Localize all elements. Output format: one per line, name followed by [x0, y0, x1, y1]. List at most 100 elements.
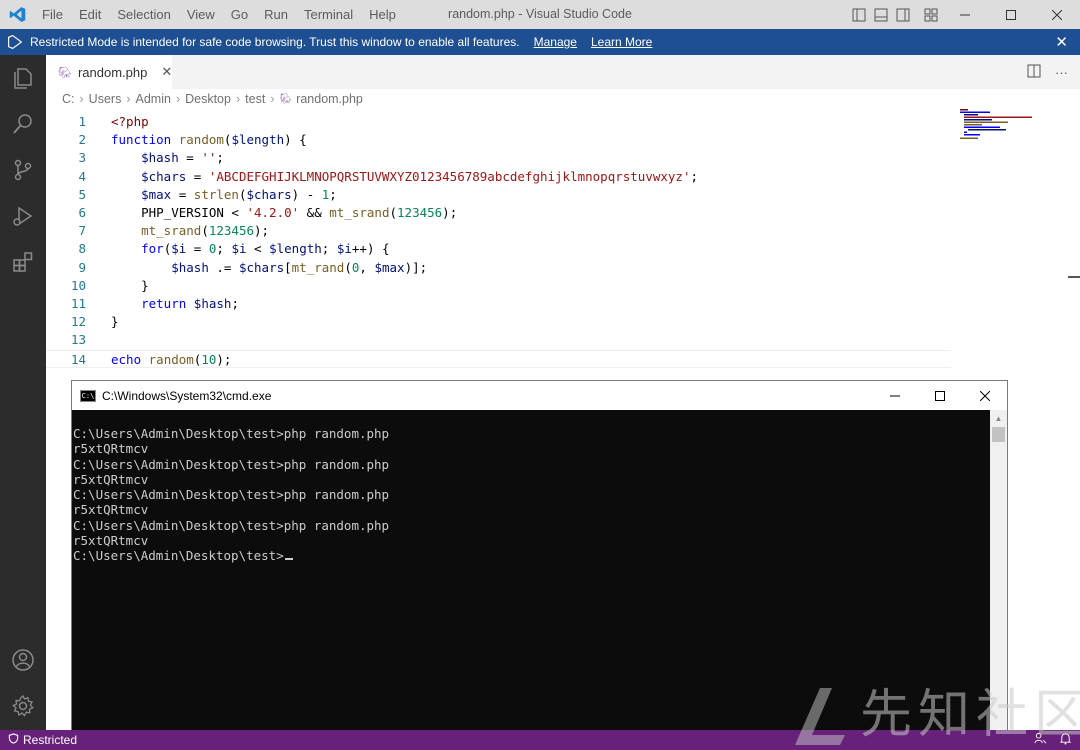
extensions-icon[interactable] [0, 239, 46, 285]
code-line[interactable]: 9 $hash .= $chars[mt_rand(0, $max)]; [46, 259, 951, 277]
source-control-icon[interactable] [0, 147, 46, 193]
toggle-sidebar-icon[interactable] [848, 0, 870, 29]
console-prompt: C:\Users\Admin\Desktop\test> [73, 548, 284, 564]
menu-view[interactable]: View [179, 0, 223, 29]
code-line[interactable]: 8 for($i = 0; $i < $length; $i++) { [46, 240, 951, 258]
split-editor-icon[interactable] [1027, 64, 1041, 81]
code-line[interactable]: 11 return $hash; [46, 295, 951, 313]
menu-selection[interactable]: Selection [109, 0, 178, 29]
code-text: } [111, 277, 149, 293]
code-text: return $hash; [141, 296, 239, 311]
cmd-window[interactable]: C:\ C:\Windows\System32\cmd.exe C:\Users… [71, 380, 1008, 750]
breadcrumb-item[interactable]: Admin [136, 92, 171, 106]
notifications-bell-icon[interactable] [1059, 732, 1072, 748]
php-file-icon: 🐘︎ [58, 66, 72, 79]
cmd-maximize-button[interactable] [917, 381, 962, 410]
toggle-panel-icon[interactable] [870, 0, 892, 29]
vscode-logo-icon [0, 0, 34, 29]
code-line[interactable]: 13 [46, 331, 951, 349]
cmd-title-bar[interactable]: C:\ C:\Windows\System32\cmd.exe [72, 381, 1007, 410]
console-prompt-line[interactable]: C:\Users\Admin\Desktop\test> [72, 548, 991, 563]
feedback-icon[interactable] [1034, 732, 1047, 748]
account-icon[interactable] [0, 637, 46, 683]
line-number: 13 [70, 332, 86, 348]
close-tab-icon[interactable]: ✕ [161, 64, 172, 80]
status-bar: Restricted [0, 730, 1080, 750]
console-line: C:\Users\Admin\Desktop\test>php random.p… [73, 456, 390, 472]
line-number: 7 [78, 223, 86, 239]
menu-bar: File Edit Selection View Go Run Terminal… [34, 0, 404, 29]
manage-link[interactable]: Manage [534, 35, 577, 49]
cmd-console-output[interactable]: C:\Users\Admin\Desktop\test>php random.p… [72, 410, 991, 750]
breadcrumb-item[interactable]: Desktop [185, 92, 231, 106]
cmd-minimize-button[interactable] [872, 381, 917, 410]
menu-help[interactable]: Help [361, 0, 404, 29]
breadcrumb-item[interactable]: Users [89, 92, 122, 106]
scroll-up-icon[interactable]: ▲ [990, 410, 1007, 427]
console-line: r5xtQRtmcv [73, 533, 149, 549]
code-text: function random($length) { [111, 132, 307, 148]
restricted-mode-status[interactable]: Restricted [0, 733, 78, 747]
breadcrumb-item[interactable]: random.php [296, 92, 363, 106]
code-line[interactable]: 7 mt_srand(123456); [46, 222, 951, 240]
line-number: 4 [78, 168, 86, 184]
code-text: <?php [111, 114, 149, 129]
chevron-right-icon: › [79, 92, 84, 106]
more-actions-icon[interactable]: ··· [1055, 65, 1068, 80]
shield-icon [8, 733, 19, 747]
chevron-right-icon: › [126, 92, 131, 106]
cmd-window-title: C:\Windows\System32\cmd.exe [102, 388, 272, 403]
menu-terminal[interactable]: Terminal [296, 0, 361, 29]
run-debug-icon[interactable] [0, 193, 46, 239]
close-window-button[interactable] [1034, 0, 1080, 29]
code-text: } [111, 314, 119, 330]
minimize-button[interactable] [942, 0, 988, 29]
line-number: 12 [70, 314, 86, 330]
console-line: C:\Users\Admin\Desktop\test>php random.p… [73, 426, 390, 441]
code-line[interactable]: 5 $max = strlen($chars) - 1; [46, 186, 951, 204]
line-number: 10 [70, 277, 86, 293]
customize-layout-icon[interactable] [920, 0, 942, 29]
chevron-right-icon: › [270, 92, 275, 106]
code-text: $chars = 'ABCDEFGHIJKLMNOPQRSTUVWXYZ0123… [141, 168, 699, 184]
code-text: for($i = 0; $i < $length; $i++) { [141, 241, 390, 257]
console-line: C:\Users\Admin\Desktop\test>php random.p… [73, 487, 390, 503]
code-line[interactable]: 1 <?php [46, 113, 951, 131]
code-line[interactable]: 12} [46, 313, 951, 331]
explorer-icon[interactable] [0, 55, 46, 101]
menu-edit[interactable]: Edit [71, 0, 109, 29]
cmd-close-button[interactable] [962, 381, 1007, 410]
search-icon[interactable] [0, 101, 46, 147]
manage-gear-icon[interactable] [0, 683, 46, 729]
code-line[interactable]: 14 echo random(10); [46, 349, 951, 368]
php-file-icon: 🐘︎ [279, 93, 293, 105]
toggle-secondary-sidebar-icon[interactable] [892, 0, 914, 29]
restricted-mode-banner: Restricted Mode is intended for safe cod… [0, 29, 1080, 55]
breadcrumb-item[interactable]: test [245, 92, 265, 106]
line-number: 3 [78, 150, 86, 166]
chevron-right-icon: › [175, 92, 181, 106]
menu-file[interactable]: File [34, 0, 71, 29]
learn-more-link[interactable]: Learn More [591, 35, 652, 49]
code-line[interactable]: 2 function random($length) { [46, 131, 951, 149]
code-text: $hash .= $chars[mt_rand(0, $max)]; [171, 259, 428, 275]
tab-label: random.php [77, 64, 148, 80]
menu-run[interactable]: Run [256, 0, 296, 29]
scrollbar-thumb[interactable] [992, 427, 1005, 442]
line-number: 11 [70, 296, 86, 311]
code-line[interactable]: 6 PHP_VERSION < '4.2.0' && mt_srand(1234… [46, 204, 951, 222]
code-line[interactable]: 10 } [46, 277, 951, 295]
line-number: 2 [78, 132, 86, 148]
tab-random-php[interactable]: 🐘︎ random.php ✕ [46, 55, 172, 89]
code-line[interactable]: 3 $hash = ''; [46, 149, 951, 167]
line-number: 1 [78, 114, 86, 129]
minimap[interactable] [956, 109, 1076, 139]
code-line[interactable]: 4 $chars = 'ABCDEFGHIJKLMNOPQRSTUVWXYZ01… [46, 168, 951, 186]
line-number: 8 [78, 241, 86, 257]
menu-go[interactable]: Go [223, 0, 256, 29]
close-banner-icon[interactable]: ✕ [1055, 33, 1068, 51]
banner-message: Restricted Mode is intended for safe cod… [30, 35, 520, 49]
breadcrumb-item[interactable]: C: [62, 92, 75, 106]
maximize-button[interactable] [988, 0, 1034, 29]
cmd-scrollbar[interactable]: ▲ [990, 410, 1007, 750]
